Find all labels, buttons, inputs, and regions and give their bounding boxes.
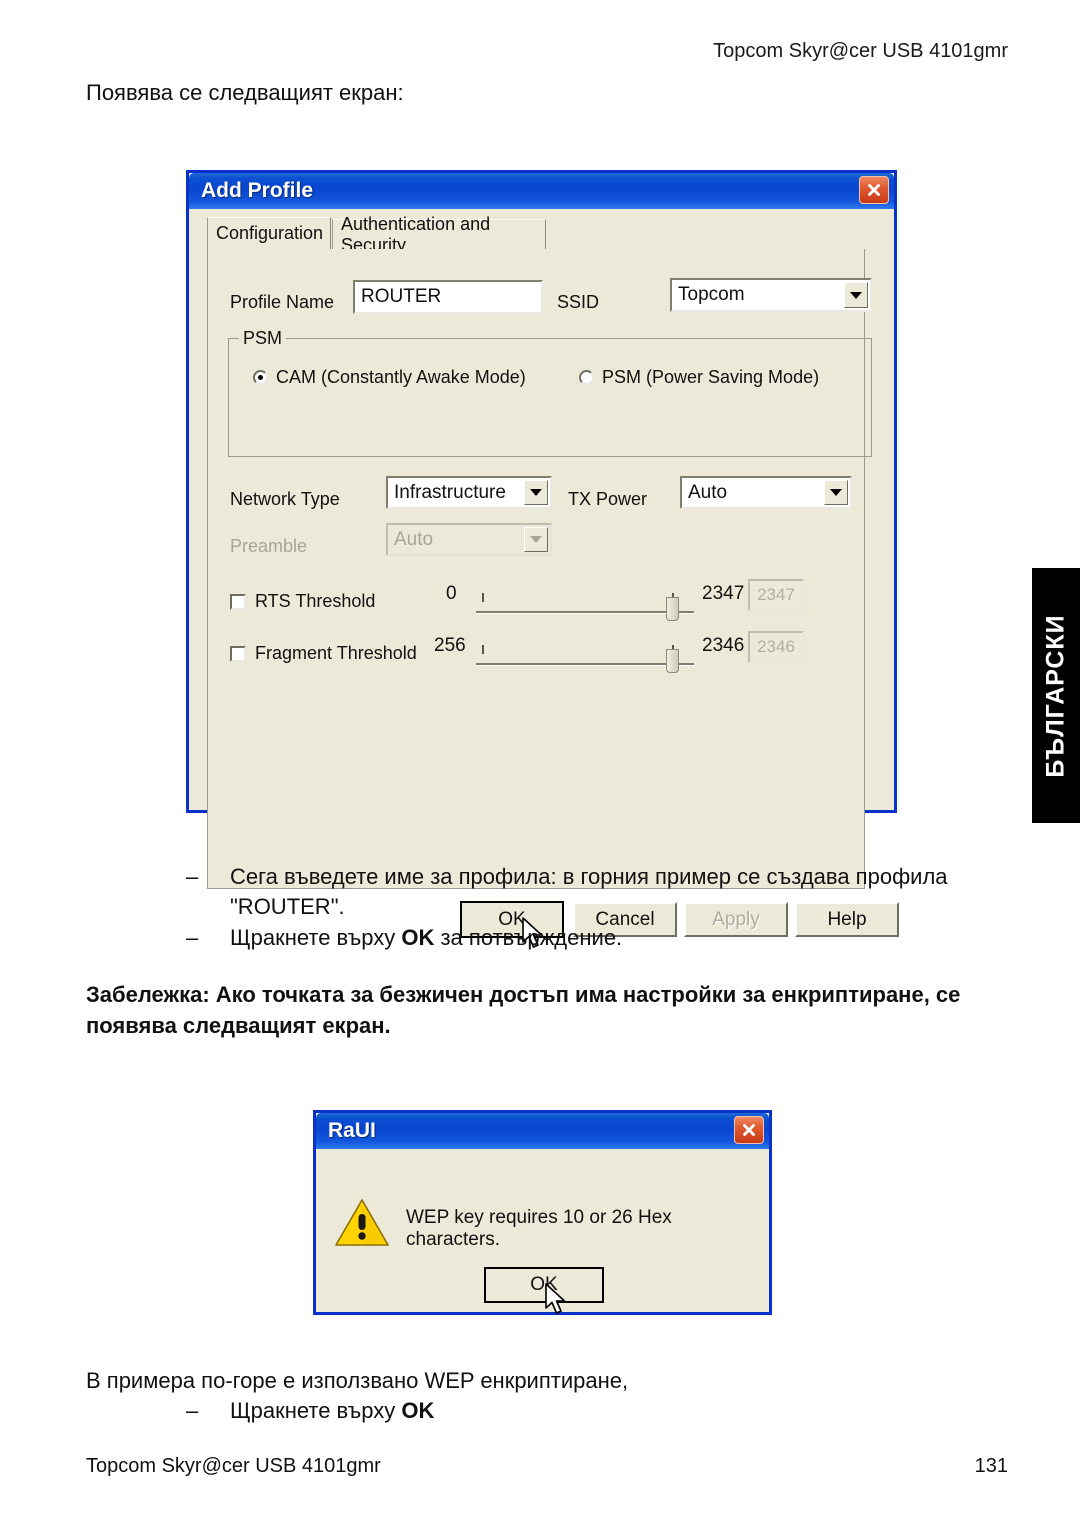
fragment-threshold-min: 256 <box>434 635 466 656</box>
tx-power-label: TX Power <box>568 489 648 509</box>
warning-triangle-icon <box>334 1197 390 1249</box>
radio-psm-label: PSM (Power Saving Mode) <box>602 367 820 387</box>
footer-page-number: 131 <box>974 1455 1008 1477</box>
rts-threshold-max: 2347 <box>702 583 745 604</box>
fragment-threshold-checkbox[interactable]: Fragment Threshold <box>230 643 417 664</box>
raui-message: WEP key requires 10 or 26 Hex characters… <box>406 1207 672 1250</box>
tx-power-value: Auto <box>688 481 728 503</box>
bullet-dash: – <box>186 925 199 951</box>
rts-threshold-checkbox[interactable]: RTS Threshold <box>230 591 375 612</box>
note-paragraph: Забележка: Ако точката за безжичен достъ… <box>86 982 961 1038</box>
chevron-down-icon[interactable] <box>844 282 868 308</box>
rts-threshold-value: 2347 <box>748 579 804 611</box>
bullet-text: Щракнете върху OK <box>186 1398 434 1424</box>
tail-block: В примера по-горе е използвано WEP енкри… <box>86 1368 1006 1424</box>
fragment-threshold-max: 2346 <box>702 635 745 656</box>
rts-slider-ticks <box>476 593 694 603</box>
radio-psm-indicator <box>579 370 594 385</box>
chevron-down-icon <box>524 527 548 552</box>
fragment-slider-track <box>476 663 694 666</box>
raui-ok-button[interactable]: OK <box>484 1267 604 1303</box>
language-tab-bulgarian: БЪЛГАРСКИ <box>1032 568 1080 823</box>
bullet-text-after: за потвърждение. <box>434 925 623 951</box>
raui-title: RaUI <box>328 1119 376 1142</box>
bullet-text-bold: OK <box>401 1398 435 1423</box>
tab-authentication-and-security[interactable]: Authentication and Security <box>332 214 546 255</box>
configuration-panel: Profile Name ROUTER SSID Topcom PSM CAM … <box>207 249 872 889</box>
manual-page: Topcom Skyr@cer USB 4101gmr Появява се с… <box>0 0 1080 1527</box>
profile-name-input[interactable]: ROUTER <box>353 280 543 314</box>
raui-titlebar[interactable]: RaUI <box>316 1113 769 1149</box>
network-type-combo[interactable]: Infrastructure <box>386 476 552 509</box>
bullet-text-before: Щракнете върху <box>230 1398 402 1423</box>
fragment-threshold-check-indicator <box>230 645 246 662</box>
intro-paragraph: Появява се следващият екран: <box>86 80 404 105</box>
close-icon[interactable] <box>734 1116 764 1144</box>
ssid-label: SSID <box>557 292 600 312</box>
fragment-slider-thumb[interactable] <box>666 649 679 673</box>
radio-cam[interactable]: CAM (Constantly Awake Mode) <box>253 367 526 388</box>
add-profile-dialog: Add Profile Configuration Authentication… <box>186 170 899 948</box>
bullet-list: – Сега въведете име за профила: в горния… <box>86 862 986 955</box>
network-type-value: Infrastructure <box>394 481 506 503</box>
raui-body: WEP key requires 10 or 26 Hex characters… <box>316 1149 769 1314</box>
bullet-text: Сега въведете име за профила: в горния п… <box>230 864 948 919</box>
chevron-down-icon[interactable] <box>824 480 848 505</box>
network-type-label: Network Type <box>230 489 340 509</box>
bullet-text-bold: OK <box>401 925 435 951</box>
radio-psm[interactable]: PSM (Power Saving Mode) <box>579 367 819 388</box>
bullet-dash: – <box>186 1398 199 1423</box>
rts-slider-track <box>476 611 694 614</box>
list-item: – Сега въведете име за профила: в горния… <box>86 862 986 921</box>
radio-cam-label: CAM (Constantly Awake Mode) <box>276 367 526 387</box>
ssid-combo[interactable]: Topcom <box>670 278 872 312</box>
psm-group: PSM CAM (Constantly Awake Mode) PSM (Pow… <box>228 328 872 457</box>
ssid-value: Topcom <box>678 284 745 305</box>
footer-title: Topcom Skyr@cer USB 4101gmr <box>86 1455 381 1477</box>
fragment-slider-ticks <box>476 645 694 655</box>
rts-threshold-label: RTS Threshold <box>255 591 376 611</box>
list-item: – Щракнете върху OK <box>86 1398 1006 1424</box>
tx-power-combo[interactable]: Auto <box>680 476 852 509</box>
fragment-threshold-label: Fragment Threshold <box>255 643 417 663</box>
page-footer: Topcom Skyr@cer USB 4101gmr 131 <box>86 1455 1008 1478</box>
psm-group-title: PSM <box>239 328 287 349</box>
preamble-value: Auto <box>394 528 434 550</box>
raui-dialog: RaUI WEP key requires 10 or 26 Hex chara… <box>313 1110 772 1315</box>
preamble-combo: Auto <box>386 523 552 556</box>
tab-configuration-label: Configuration <box>216 223 324 243</box>
preamble-label: Preamble <box>230 536 308 556</box>
add-profile-tabstrip: Configuration Authentication and Securit… <box>207 214 865 255</box>
rts-slider-thumb[interactable] <box>666 597 679 621</box>
fragment-threshold-value: 2346 <box>748 631 804 663</box>
list-item: – Щракнете върху OK за потвърждение. <box>86 923 986 953</box>
rts-threshold-min: 0 <box>446 583 457 604</box>
fragment-threshold-slider[interactable] <box>476 645 694 675</box>
add-profile-body: Configuration Authentication and Securit… <box>189 173 899 948</box>
chevron-down-icon[interactable] <box>524 480 548 505</box>
bullet-text-before: Щракнете върху <box>230 925 402 951</box>
rts-threshold-check-indicator <box>230 593 246 610</box>
page-running-header: Topcom Skyr@cer USB 4101gmr <box>713 40 1008 62</box>
bullet-dash: – <box>186 864 199 889</box>
rts-threshold-slider[interactable] <box>476 593 694 623</box>
tab-configuration[interactable]: Configuration <box>207 217 331 249</box>
profile-name-label: Profile Name <box>230 292 335 312</box>
language-tab-label: БЪЛГАРСКИ <box>1041 613 1070 778</box>
tail-line-1: В примера по-горе е използвано WEP енкри… <box>86 1368 629 1393</box>
radio-cam-indicator <box>253 370 268 385</box>
bullet-text: Щракнете върху OK за потвърждение. <box>186 923 986 953</box>
